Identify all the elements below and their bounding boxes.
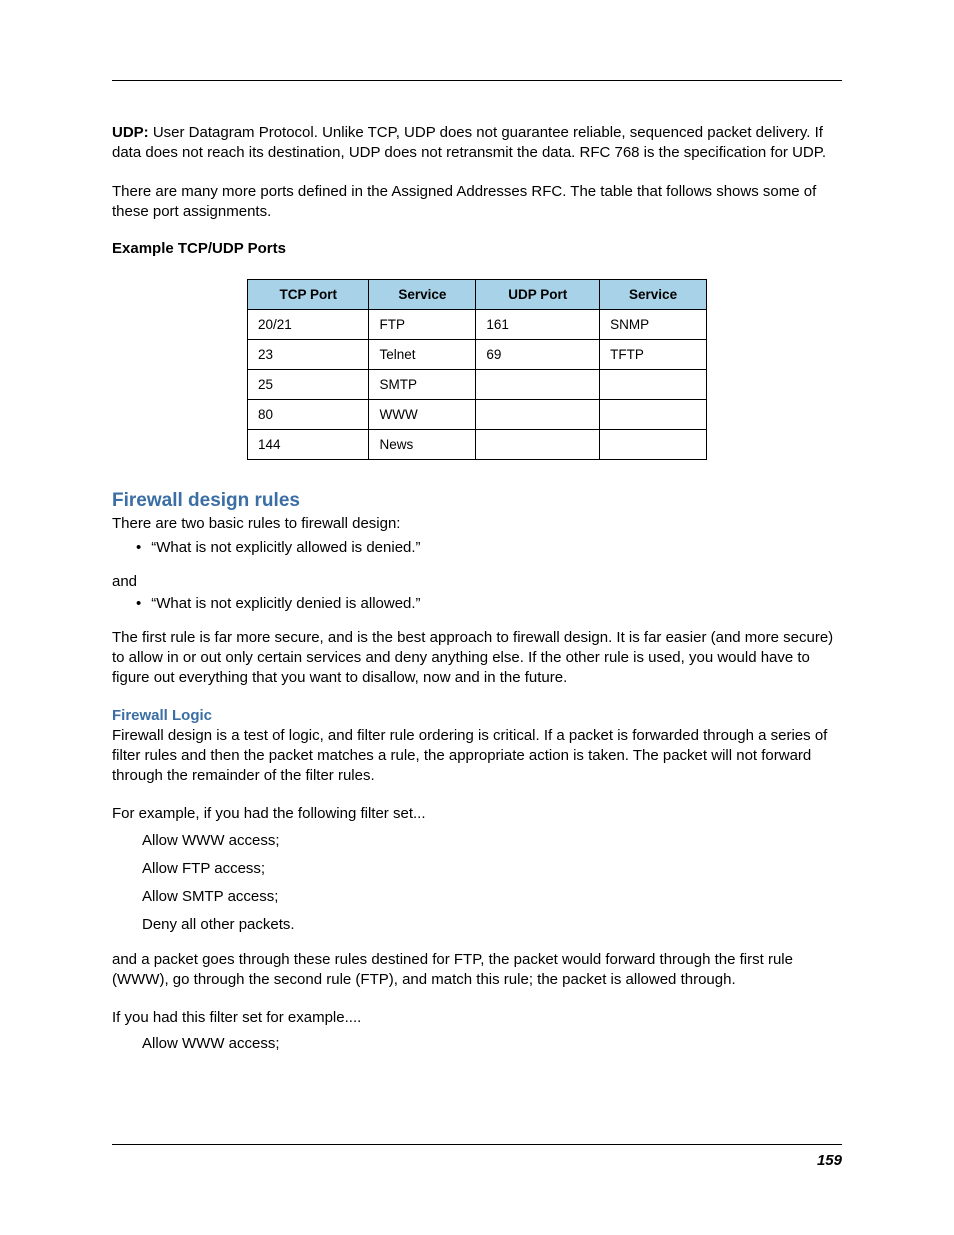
filter-rule: Deny all other packets. (142, 915, 842, 935)
udp-text: User Datagram Protocol. Unlike TCP, UDP … (112, 124, 826, 161)
table-header: Service (369, 280, 476, 310)
rule-list-1: “What is not explicitly allowed is denie… (112, 538, 842, 558)
table-cell (476, 400, 600, 430)
table-cell: SMTP (369, 370, 476, 400)
udp-paragraph: UDP: User Datagram Protocol. Unlike TCP,… (112, 123, 842, 164)
table-cell: FTP (369, 310, 476, 340)
table-header-row: TCP Port Service UDP Port Service (248, 280, 707, 310)
table-cell (476, 430, 600, 460)
table-cell: TFTP (600, 340, 707, 370)
example-ports-heading: Example TCP/UDP Ports (112, 240, 842, 257)
firewall-logic-heading: Firewall Logic (112, 707, 842, 724)
filter-rule: Allow SMTP access; (142, 887, 842, 907)
table-cell: 80 (248, 400, 369, 430)
filter-set-1: Allow WWW access; Allow FTP access; Allo… (142, 831, 842, 936)
filter-rule: Allow WWW access; (142, 831, 842, 851)
table-header: TCP Port (248, 280, 369, 310)
table-cell: 144 (248, 430, 369, 460)
fw-rules-paragraph: The first rule is far more secure, and i… (112, 628, 842, 689)
table-row: 25 SMTP (248, 370, 707, 400)
fw-logic-para1: Firewall design is a test of logic, and … (112, 726, 842, 787)
table-row: 80 WWW (248, 400, 707, 430)
page: UDP: User Datagram Protocol. Unlike TCP,… (0, 0, 954, 1235)
table-cell: WWW (369, 400, 476, 430)
table-cell: 25 (248, 370, 369, 400)
firewall-design-rules-heading: Firewall design rules (112, 490, 842, 512)
list-item: “What is not explicitly allowed is denie… (122, 538, 842, 558)
table-row: 144 News (248, 430, 707, 460)
table-cell (600, 400, 707, 430)
fw-logic-example-intro: For example, if you had the following fi… (112, 804, 842, 824)
table-cell: 161 (476, 310, 600, 340)
table-cell (476, 370, 600, 400)
and-word: and (112, 573, 842, 590)
bottom-horizontal-rule (112, 1144, 842, 1145)
ports-table: TCP Port Service UDP Port Service 20/21 … (247, 279, 707, 460)
table-cell (600, 370, 707, 400)
filter-rule: Allow FTP access; (142, 859, 842, 879)
table-header: UDP Port (476, 280, 600, 310)
table-cell: News (369, 430, 476, 460)
udp-label: UDP: (112, 124, 149, 141)
page-number: 159 (817, 1152, 842, 1169)
table-row: 23 Telnet 69 TFTP (248, 340, 707, 370)
top-horizontal-rule (112, 80, 842, 81)
table-cell: 20/21 (248, 310, 369, 340)
more-ports-paragraph: There are many more ports defined in the… (112, 182, 842, 223)
table-cell: 69 (476, 340, 600, 370)
table-cell: 23 (248, 340, 369, 370)
rule-list-2: “What is not explicitly denied is allowe… (112, 594, 842, 614)
fw-rules-intro: There are two basic rules to firewall de… (112, 514, 842, 534)
fw-logic-para2: and a packet goes through these rules de… (112, 950, 842, 991)
table-cell (600, 430, 707, 460)
table-cell: SNMP (600, 310, 707, 340)
filter-set-2: Allow WWW access; (142, 1034, 842, 1054)
table-cell: Telnet (369, 340, 476, 370)
table-row: 20/21 FTP 161 SNMP (248, 310, 707, 340)
filter-rule: Allow WWW access; (142, 1034, 842, 1054)
fw-logic-example2-intro: If you had this filter set for example..… (112, 1008, 842, 1028)
list-item: “What is not explicitly denied is allowe… (122, 594, 842, 614)
table-header: Service (600, 280, 707, 310)
